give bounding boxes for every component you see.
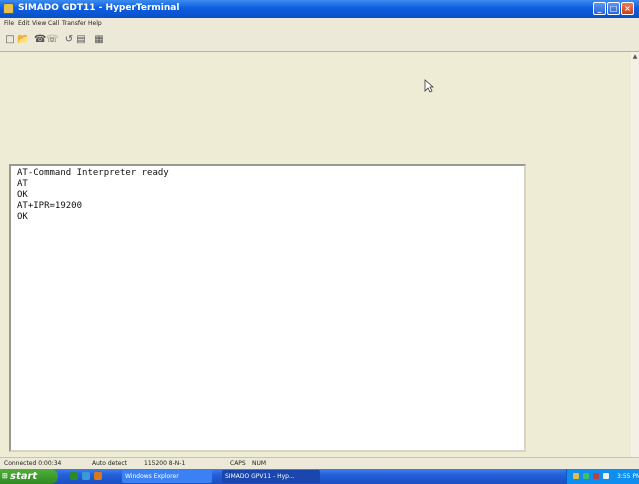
hyperterminal-icon — [3, 3, 14, 14]
show-desktop-icon[interactable] — [70, 472, 78, 480]
menu-call[interactable]: Call — [48, 18, 59, 30]
close-button[interactable]: × — [621, 2, 634, 15]
menu-file[interactable]: File — [4, 18, 14, 30]
terminal-text: AT-Command Interpreter ready AT OK AT+IPR=1… — [17, 168, 169, 223]
terminal-line: OK — [17, 190, 28, 200]
taskbar-task-active[interactable]: SIMADO GPV11 - Hyp... — [222, 470, 320, 483]
maximize-button[interactable]: □ — [607, 2, 620, 15]
terminal-line: OK — [17, 212, 28, 222]
start-label: start — [10, 471, 38, 482]
minimize-button[interactable]: _ — [593, 2, 606, 15]
system-tray: 3:55 PM — [566, 469, 639, 484]
toolbar: □ 📂 ☎ ☏ ↺ ▤ ▦ — [0, 30, 639, 52]
title-bar: SIMADO GDT11 - HyperTerminal _ □ × — [0, 0, 639, 18]
open-icon[interactable]: 📂 — [17, 35, 29, 45]
new-icon[interactable]: □ — [5, 35, 15, 45]
taskbar: ⊞ start Windows Explorer SIMADO GPV11 - … — [0, 469, 639, 484]
properties-icon[interactable]: ▦ — [94, 35, 104, 45]
menu-view[interactable]: View — [32, 18, 46, 30]
internet-explorer-icon[interactable] — [82, 472, 90, 480]
terminal-line: AT-Command Interpreter ready — [17, 168, 169, 178]
windows-logo-icon: ⊞ — [2, 472, 8, 480]
terminal-output[interactable]: AT-Command Interpreter ready AT OK AT+IPR=1… — [9, 164, 526, 452]
receive-icon[interactable]: ▤ — [76, 35, 86, 45]
terminal-line: AT+IPR=19200 — [17, 201, 83, 211]
taskbar-task[interactable]: Windows Explorer — [122, 470, 212, 483]
connect-icon[interactable]: ☏ — [46, 35, 59, 45]
menu-edit[interactable]: Edit — [18, 18, 30, 30]
media-player-icon[interactable] — [94, 472, 102, 480]
security-icon[interactable] — [583, 473, 589, 479]
vertical-scrollbar[interactable] — [631, 52, 639, 457]
window-title: SIMADO GDT11 - HyperTerminal — [18, 3, 180, 13]
volume-icon[interactable] — [603, 473, 609, 479]
menu-help[interactable]: Help — [88, 18, 102, 30]
scroll-up-icon[interactable]: ▲ — [631, 52, 639, 61]
menu-transfer[interactable]: Transfer — [62, 18, 86, 30]
start-button[interactable]: ⊞ start — [0, 469, 58, 484]
network-icon[interactable] — [573, 473, 579, 479]
terminal-line: AT — [17, 179, 28, 189]
mouse-cursor-icon — [424, 79, 434, 93]
clock: 3:55 PM — [617, 473, 639, 480]
disconnect-icon[interactable]: ☎ — [34, 35, 46, 45]
send-icon[interactable]: ↺ — [64, 35, 74, 45]
menu-bar: File Edit View Call Transfer Help — [0, 18, 639, 30]
antivirus-icon[interactable] — [593, 473, 599, 479]
